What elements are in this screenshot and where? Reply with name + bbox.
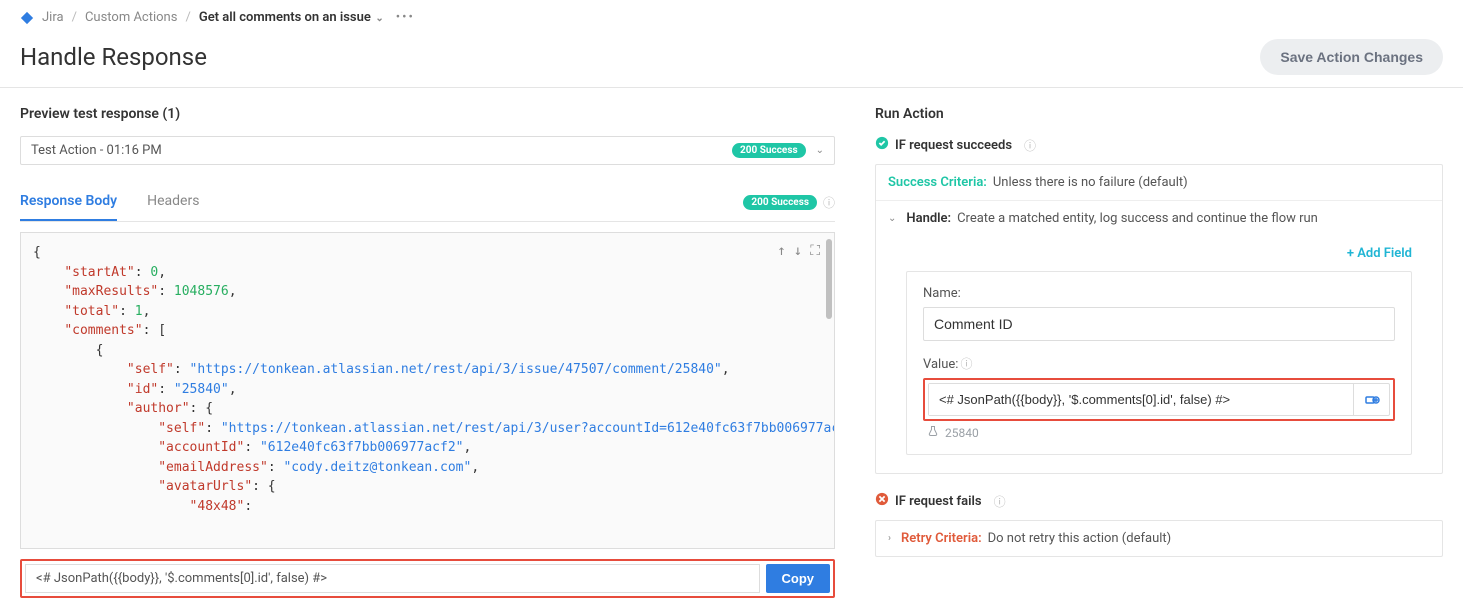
chevron-down-icon: ⌄ <box>888 213 896 224</box>
breadcrumb-current[interactable]: Get all comments on an issue ⌄ <box>199 10 384 25</box>
name-label: Name: <box>923 286 1395 301</box>
chevron-down-icon: ⌄ <box>373 13 384 24</box>
status-badge: 200 Success <box>743 195 817 210</box>
value-label: Value:ⓘ <box>923 355 1395 372</box>
fail-panel: › Retry Criteria: Do not retry this acti… <box>875 520 1443 557</box>
handle-row[interactable]: ⌄ Handle: Create a matched entity, log s… <box>876 200 1442 236</box>
breadcrumb: Jira / Custom Actions / Get all comments… <box>20 10 1443 25</box>
run-action-title: Run Action <box>875 106 1443 122</box>
name-input[interactable] <box>923 307 1395 341</box>
check-circle-icon <box>875 136 889 154</box>
flask-icon <box>927 425 939 440</box>
info-icon[interactable]: ⓘ <box>994 493 1006 510</box>
tab-headers[interactable]: Headers <box>147 183 199 221</box>
copy-expression-row: <# JsonPath({{body}}, '$.comments[0].id'… <box>20 559 835 598</box>
info-icon[interactable]: ⓘ <box>823 194 835 211</box>
save-action-button[interactable]: Save Action Changes <box>1260 39 1443 75</box>
arrow-up-icon[interactable]: ↑ <box>777 241 785 262</box>
tab-response-body[interactable]: Response Body <box>20 183 117 221</box>
success-criteria-row[interactable]: Success Criteria: Unless there is no fai… <box>876 165 1442 200</box>
chevron-right-icon: › <box>888 533 891 544</box>
page-title: Handle Response <box>20 43 207 71</box>
breadcrumb-app[interactable]: Jira <box>42 10 64 25</box>
info-icon[interactable]: ⓘ <box>960 357 972 371</box>
insert-field-icon[interactable] <box>1353 384 1389 415</box>
copy-expression-input[interactable]: <# JsonPath({{body}}, '$.comments[0].id'… <box>25 564 760 593</box>
value-input[interactable] <box>929 384 1353 415</box>
copy-button[interactable]: Copy <box>766 564 831 593</box>
jira-icon <box>20 11 34 25</box>
if-fails-row: IF request fails ⓘ <box>875 492 1443 510</box>
arrow-down-icon[interactable]: ↓ <box>794 241 802 262</box>
expand-icon[interactable]: ⛶ <box>810 241 820 262</box>
add-field-button[interactable]: + Add Field <box>906 246 1412 261</box>
scrollbar[interactable] <box>826 239 832 319</box>
retry-criteria-row[interactable]: › Retry Criteria: Do not retry this acti… <box>876 521 1442 556</box>
more-icon[interactable]: ••• <box>396 10 415 25</box>
chevron-down-icon: ⌄ <box>816 145 824 156</box>
test-response-select[interactable]: Test Action - 01:16 PM 200 Success ⌄ <box>20 136 835 165</box>
field-card: Name: Value:ⓘ <box>906 271 1412 455</box>
status-badge: 200 Success <box>732 143 806 158</box>
value-preview: 25840 <box>923 425 1395 440</box>
breadcrumb-section[interactable]: Custom Actions <box>85 10 178 25</box>
preview-title: Preview test response (1) <box>20 106 835 122</box>
response-body-json[interactable]: ↑ ↓ ⛶ { "startAt": 0, "maxResults": 1048… <box>20 232 835 549</box>
x-circle-icon <box>875 492 889 510</box>
success-panel: Success Criteria: Unless there is no fai… <box>875 164 1443 474</box>
info-icon[interactable]: ⓘ <box>1024 137 1036 154</box>
if-succeeds-row: IF request succeeds ⓘ <box>875 136 1443 154</box>
